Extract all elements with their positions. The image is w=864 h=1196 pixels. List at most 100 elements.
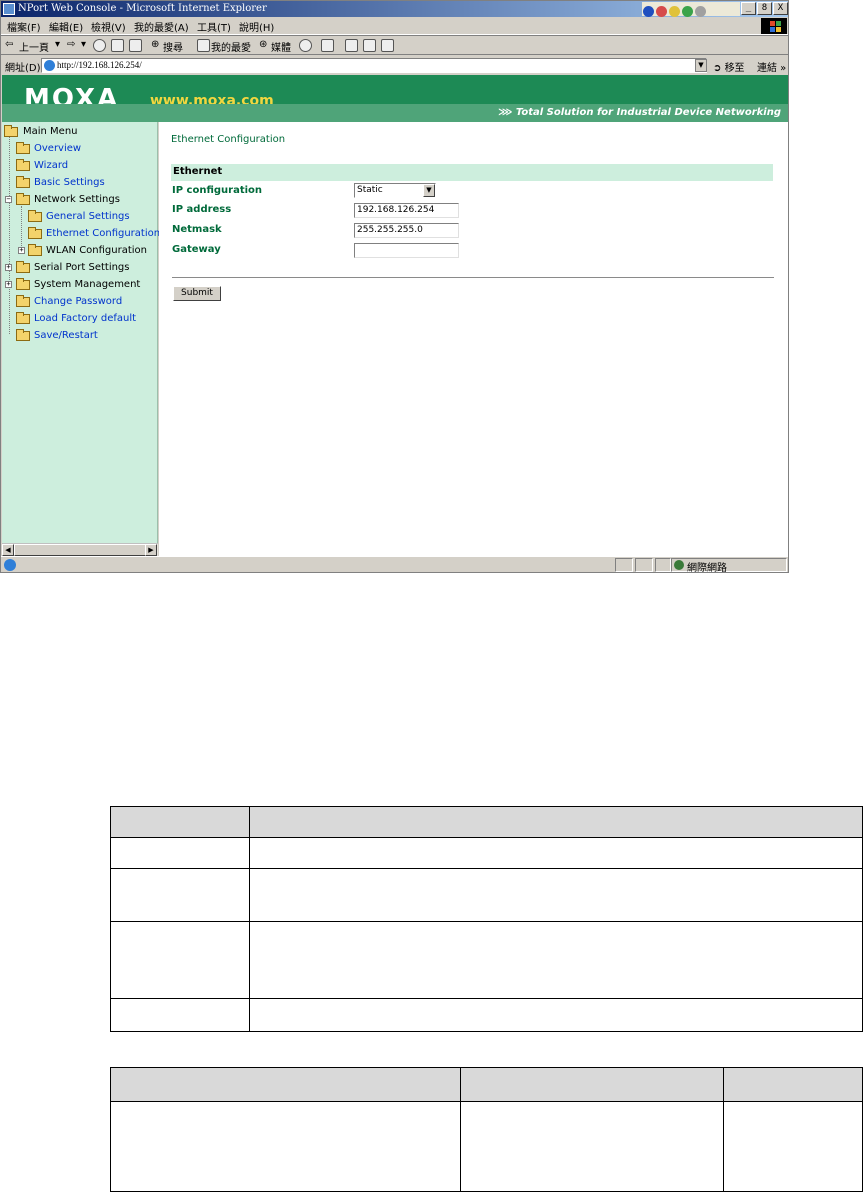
minimize-button[interactable]: _ <box>741 2 756 15</box>
folder-icon <box>16 295 30 307</box>
ip-address-input[interactable]: 192.168.126.254 <box>354 203 459 218</box>
table-cell <box>110 998 250 1032</box>
status-zone-label: 網際網路 <box>687 563 727 573</box>
menu-file[interactable]: 檔案(F) <box>7 19 41 34</box>
open-folder-icon <box>4 125 18 137</box>
media-button[interactable]: 媒體 <box>271 39 291 54</box>
forward-icon[interactable]: ⇨ <box>67 39 75 50</box>
tree-line <box>9 136 10 334</box>
submit-button[interactable]: Submit <box>173 286 221 301</box>
search-icon[interactable]: ⊕ <box>151 39 159 50</box>
scroll-left-icon[interactable]: ◀ <box>2 544 14 556</box>
refresh-icon[interactable] <box>111 39 124 52</box>
windows-logo-icon <box>761 18 787 34</box>
close-button[interactable]: X <box>773 2 788 15</box>
nav-root-label: Main Menu <box>23 126 78 137</box>
table-cell <box>249 837 863 869</box>
nav-label: Overview <box>34 143 82 154</box>
internet-zone-icon <box>674 560 684 570</box>
media-icon[interactable]: ⊛ <box>259 39 267 50</box>
table-row <box>110 998 863 1032</box>
stop-icon[interactable] <box>93 39 106 52</box>
go-label: 移至 <box>724 63 745 74</box>
expand-icon[interactable]: + <box>5 281 12 288</box>
ip-configuration-select[interactable]: Static ▼ <box>354 183 436 198</box>
menu-view[interactable]: 檢視(V) <box>91 19 126 34</box>
nav-label: Load Factory default <box>34 313 137 324</box>
edit-icon[interactable] <box>363 39 376 52</box>
page-title: Ethernet Configuration <box>171 134 286 145</box>
favorites-button[interactable]: 我的最愛 <box>211 39 251 54</box>
mail-icon[interactable] <box>321 39 334 52</box>
divider <box>172 277 774 278</box>
toolbar: ⇦ 上一頁 ▾ ⇨ ▾ ⊕ 搜尋 我的最愛 ⊛ 媒體 <box>1 35 788 55</box>
address-input[interactable]: http://192.168.126.254/ <box>41 58 707 73</box>
go-button[interactable]: ➲ 移至 <box>713 59 745 74</box>
folder-icon <box>16 176 30 188</box>
nav-label: Network Settings <box>34 194 120 205</box>
status-bar: 網際網路 <box>1 556 788 573</box>
maximize-button[interactable]: 8 <box>757 2 772 15</box>
nav-label: Basic Settings <box>34 177 105 188</box>
nav-label: WLAN Configuration <box>46 245 148 256</box>
table-header-cell <box>110 1067 461 1102</box>
table-header-cell <box>460 1067 724 1102</box>
table-cell <box>249 998 863 1032</box>
folder-icon <box>16 329 30 341</box>
menu-help[interactable]: 說明(H) <box>239 19 274 34</box>
content-pane: Ethernet Configuration Ethernet IP confi… <box>159 122 788 556</box>
folder-icon <box>16 159 30 171</box>
back-dropdown-icon[interactable]: ▾ <box>55 39 60 50</box>
favorites-icon[interactable] <box>197 39 210 52</box>
discuss-icon[interactable] <box>381 39 394 52</box>
status-cell <box>655 558 671 572</box>
scroll-right-icon[interactable]: ▶ <box>145 544 157 556</box>
history-icon[interactable] <box>299 39 312 52</box>
section-title: Ethernet <box>173 166 223 177</box>
table-cell <box>249 868 863 922</box>
folder-icon <box>16 142 30 154</box>
tray-icons <box>642 2 740 17</box>
back-arrow-icon[interactable]: ⇦ <box>5 39 13 50</box>
expand-icon[interactable]: + <box>5 264 12 271</box>
nav-label: General Settings <box>46 211 130 222</box>
parameter-table <box>110 806 863 1032</box>
collapse-icon[interactable]: − <box>5 196 12 203</box>
status-cell <box>635 558 653 572</box>
menu-tools[interactable]: 工具(T) <box>197 19 231 34</box>
forward-dropdown-icon[interactable]: ▾ <box>81 39 86 50</box>
address-dropdown-icon[interactable]: ▼ <box>695 59 707 72</box>
gateway-input[interactable] <box>354 243 459 258</box>
menu-edit[interactable]: 編輯(E) <box>49 19 83 34</box>
nav-label: Change Password <box>34 296 123 307</box>
menu-bar: 檔案(F) 編輯(E) 檢視(V) 我的最愛(A) 工具(T) 說明(H) <box>1 17 788 35</box>
table-row <box>110 1101 863 1192</box>
scroll-thumb[interactable] <box>14 544 146 556</box>
window-title: NPort Web Console - Microsoft Internet E… <box>18 3 267 14</box>
netmask-input[interactable]: 255.255.255.0 <box>354 223 459 238</box>
ip-configuration-label: IP configuration <box>172 185 263 196</box>
back-button[interactable]: 上一頁 <box>19 39 49 54</box>
folder-icon <box>16 312 30 324</box>
expand-icon[interactable]: + <box>18 247 25 254</box>
title-bar: NPort Web Console - Microsoft Internet E… <box>1 1 788 17</box>
ie-app-icon <box>3 3 15 15</box>
nav-horizontal-scrollbar[interactable]: ◀ ▶ <box>2 543 158 556</box>
print-icon[interactable] <box>345 39 358 52</box>
table-header-row <box>110 806 863 838</box>
table-row <box>110 868 863 922</box>
ie-status-icon <box>4 559 16 571</box>
search-button[interactable]: 搜尋 <box>163 39 183 54</box>
table-cell <box>723 1101 863 1192</box>
menu-favorites[interactable]: 我的最愛(A) <box>134 19 189 34</box>
nav-label: Serial Port Settings <box>34 262 130 273</box>
section-header: Ethernet <box>171 164 773 181</box>
folder-icon <box>16 261 30 273</box>
address-label: 網址(D) <box>5 63 41 74</box>
links-button[interactable]: 連結 » <box>757 59 786 74</box>
table-header-cell <box>723 1067 863 1102</box>
home-icon[interactable] <box>129 39 142 52</box>
ip-configuration-value: Static <box>357 185 383 195</box>
chevron-down-icon[interactable]: ▼ <box>423 184 435 197</box>
banner-tagline: ⋙ Total Solution for Industrial Device N… <box>498 107 781 118</box>
